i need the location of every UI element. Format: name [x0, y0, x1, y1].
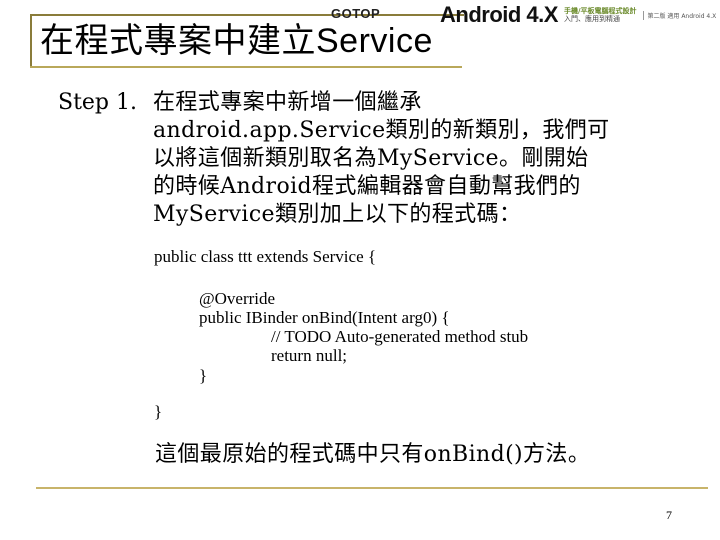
- code-line: public class ttt extends Service {: [154, 247, 377, 266]
- step-description: 在程式專案中新增一個繼承 android.app.Service類別的新類別，我…: [153, 89, 693, 229]
- step-line: android.app.Service類別的新類別，我們可: [153, 118, 610, 143]
- book-logo-title: Android 4.X: [440, 2, 558, 27]
- code-line: // TODO Auto-generated method stub: [271, 327, 529, 346]
- step-line: 在程式專案中新增一個繼承: [153, 90, 422, 115]
- slide: 在程式專案中建立Service GOTOP Android 4.X 手機/平板電…: [0, 0, 720, 540]
- step-line: MyService類別加上以下的程式碼：: [153, 202, 522, 227]
- step-line: 的時候Android程式編輯器會自動幫我們的: [153, 174, 581, 199]
- book-logo-series: 第二版 適用 Android 4.X: [642, 10, 716, 20]
- book-logo: Android 4.X 手機/平板電腦程式設計 入門、應用到精通 第二版 適用 …: [440, 2, 716, 27]
- code-line: public IBinder onBind(Intent arg0) {: [199, 308, 450, 327]
- code-line: }: [154, 402, 163, 421]
- slide-title-latin: Service: [316, 22, 433, 60]
- publisher-logo-text: GOTOP: [331, 6, 381, 21]
- slide-title-cjk: 在程式專案中建立: [40, 21, 316, 61]
- book-logo-subtitle: 手機/平板電腦程式設計 入門、應用到精通: [564, 7, 637, 23]
- code-line: return null;: [271, 346, 348, 365]
- book-logo-subtitle-top: 手機/平板電腦程式設計: [563, 7, 637, 15]
- title-underline: [30, 66, 462, 68]
- footer-rule: [36, 487, 708, 489]
- step-line: 以將這個新類別取名為MyService。剛開始: [153, 146, 589, 171]
- page-number: 7: [666, 508, 672, 522]
- slide-title: 在程式專案中建立Service: [40, 19, 433, 63]
- step-label: Step 1.: [58, 90, 137, 115]
- code-line: @Override: [199, 289, 276, 308]
- book-logo-subtitle-bottom: 入門、應用到精通: [563, 15, 620, 23]
- code-line: }: [199, 366, 208, 385]
- summary-text: 這個最原始的程式碼中只有onBind()方法。: [155, 442, 591, 467]
- publisher-logo: GOTOP: [331, 6, 380, 21]
- header: 在程式專案中建立Service GOTOP Android 4.X 手機/平板電…: [0, 0, 720, 68]
